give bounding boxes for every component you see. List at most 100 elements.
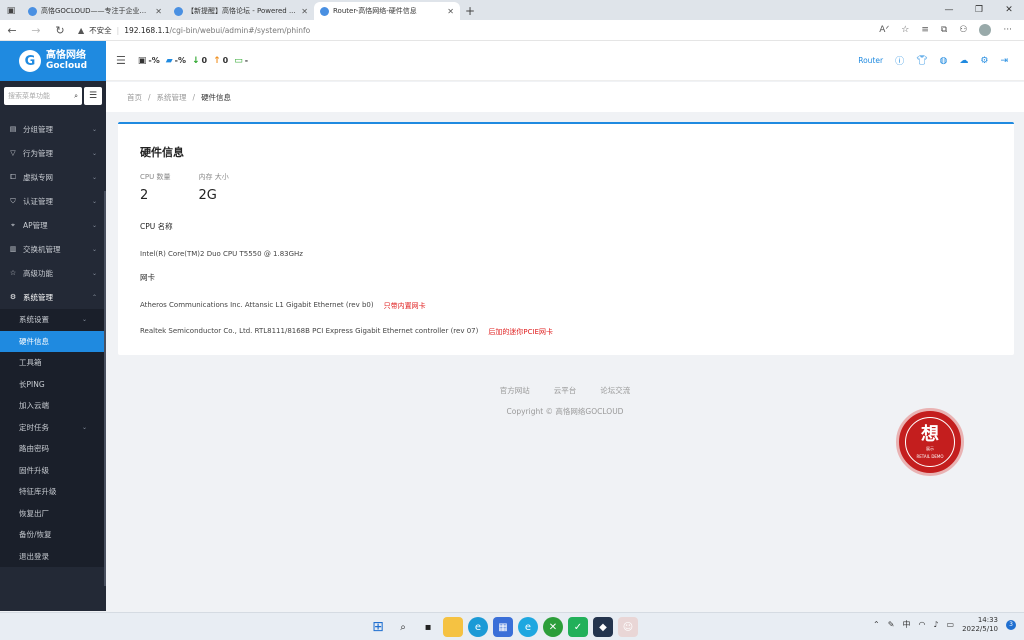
cloud-favicon-icon bbox=[174, 6, 183, 16]
submenu-item-signature[interactable]: 特征库升级 bbox=[0, 481, 106, 503]
footer-link-official[interactable]: 官方网站 bbox=[500, 385, 530, 396]
forward-arrow-icon[interactable]: → bbox=[24, 20, 48, 41]
submenu-item-cloud[interactable]: 加入云端 bbox=[0, 395, 106, 417]
logout-icon[interactable]: ⇥ bbox=[1000, 56, 1008, 66]
search-icon[interactable]: ⌕ bbox=[393, 617, 413, 637]
collections-icon[interactable]: ⧉ bbox=[941, 25, 947, 35]
new-tab-button[interactable]: + bbox=[460, 2, 480, 20]
browser-tab-1[interactable]: 高恪GOCLOUD——专注于企业... ✕ bbox=[22, 2, 168, 20]
clock-date: 2022/5/10 bbox=[962, 624, 998, 633]
submenu-item-hardware[interactable]: 硬件信息 bbox=[0, 330, 106, 352]
menu-item-ap[interactable]: ⌖ AP管理 ⌄ bbox=[0, 213, 106, 237]
search-placeholder: 搜索菜单功能 bbox=[8, 92, 50, 100]
game-icon[interactable]: ☺ bbox=[618, 617, 638, 637]
xbox-icon[interactable]: ✕ bbox=[543, 617, 563, 637]
more-menu-icon[interactable]: ··· bbox=[1003, 25, 1012, 35]
wifi-icon[interactable]: ◠ bbox=[918, 620, 925, 629]
submenu-item-longping[interactable]: 长PING bbox=[0, 373, 106, 395]
back-arrow-icon[interactable]: ← bbox=[0, 20, 24, 41]
maximize-icon[interactable]: ❐ bbox=[964, 0, 994, 20]
menu-label: AP管理 bbox=[23, 220, 48, 230]
profile-avatar[interactable] bbox=[979, 24, 992, 36]
breadcrumb-home[interactable]: 首页 bbox=[127, 92, 142, 103]
status-stats: ▣ -% ▰ -% ↓ 0 ↑ 0 ▭ - bbox=[138, 56, 248, 66]
collapse-menu-icon[interactable]: ☰ bbox=[116, 54, 126, 67]
browser-tab-3-active[interactable]: Router-高恪网络-硬件信息 ✕ bbox=[314, 2, 460, 20]
system-tray: ⌃ ✎ 中 ◠ ♪ ▭ 14:33 2022/5/10 3 bbox=[873, 616, 1016, 634]
tab-title: 【新提醒】高恪论坛 - Powered ... bbox=[187, 7, 296, 15]
url-field[interactable]: ▲ 不安全 | 192.168.1.1/cgi-bin/webui/admin#… bbox=[78, 25, 310, 36]
taskbar-apps: ⊞ ⌕ ▪ e ▦ e ✕ ✓ ◆ ☺ bbox=[368, 617, 638, 637]
submenu-label: 特征库升级 bbox=[19, 487, 57, 497]
volume-icon[interactable]: ♪ bbox=[933, 620, 938, 629]
submenu-item-schedule[interactable]: 定时任务 ⌄ bbox=[0, 416, 106, 438]
info-icon[interactable]: ⓘ bbox=[895, 54, 904, 67]
app-icon[interactable]: ◆ bbox=[593, 617, 613, 637]
chevron-up-icon[interactable]: ⌃ bbox=[873, 620, 880, 629]
submenu-item-factory-reset[interactable]: 恢复出厂 bbox=[0, 502, 106, 524]
system-submenu: 系统设置 ⌄ 硬件信息 工具箱 长PING 加入云端 定时任务 ⌄ 路由密码 固件升… bbox=[0, 309, 106, 567]
submenu-item-logout[interactable]: 退出登录 bbox=[0, 545, 106, 567]
breadcrumb-section[interactable]: 系统管理 bbox=[157, 92, 187, 103]
menu-item-system[interactable]: ⚙ 系统管理 ⌃ bbox=[0, 285, 106, 309]
hardware-summary: CPU 数量 2 内存 大小 2G bbox=[140, 172, 992, 203]
footer-link-cloud[interactable]: 云平台 bbox=[554, 385, 577, 396]
menu-item-vpn[interactable]: ⧠ 虚拟专网 ⌄ bbox=[0, 165, 106, 189]
shirt-icon[interactable]: 👕︎ bbox=[916, 56, 927, 66]
minimize-icon[interactable]: — bbox=[934, 0, 964, 20]
memory-icon: ▰ bbox=[165, 55, 173, 66]
close-icon[interactable]: ✕ bbox=[301, 7, 308, 16]
menu-label: 行为管理 bbox=[23, 148, 53, 158]
task-view-icon[interactable]: ▪ bbox=[418, 617, 438, 637]
hamburger-menu-icon[interactable]: ☰ bbox=[84, 87, 102, 105]
upload-stat: ↑ 0 bbox=[213, 56, 228, 66]
close-window-icon[interactable]: ✕ bbox=[994, 0, 1024, 20]
favorite-star-icon[interactable]: ☆ bbox=[901, 25, 909, 35]
store-icon[interactable]: ▦ bbox=[493, 617, 513, 637]
cpu-stat: ▣ -% bbox=[138, 56, 160, 66]
submenu-label: 长PING bbox=[19, 379, 45, 389]
menu-search-input[interactable]: 搜索菜单功能 ⌕ bbox=[4, 87, 82, 105]
menu-item-auth[interactable]: ⛉ 认证管理 ⌄ bbox=[0, 189, 106, 213]
submenu-item-settings[interactable]: 系统设置 ⌄ bbox=[0, 309, 106, 331]
footer-link-forum[interactable]: 论坛交流 bbox=[600, 385, 630, 396]
ime-indicator[interactable]: 中 bbox=[902, 619, 910, 630]
browser-tab-2[interactable]: 【新提醒】高恪论坛 - Powered ... ✕ bbox=[168, 2, 314, 20]
search-icon[interactable]: ⌕ bbox=[74, 92, 78, 101]
edge-icon[interactable]: e bbox=[468, 617, 488, 637]
submenu-item-firmware[interactable]: 固件升级 bbox=[0, 459, 106, 481]
chevron-down-icon: ⌄ bbox=[91, 197, 97, 205]
security-label: 不安全 bbox=[89, 25, 112, 35]
submenu-item-backup[interactable]: 备份/恢复 bbox=[0, 524, 106, 546]
close-icon[interactable]: ✕ bbox=[155, 7, 162, 16]
brand-logo[interactable]: G 高恪网络 Gocloud bbox=[0, 41, 106, 81]
device-name[interactable]: Router bbox=[858, 56, 883, 65]
ie-icon[interactable]: e bbox=[518, 617, 538, 637]
tab-actions-icon[interactable]: ▣ bbox=[0, 2, 22, 20]
extensions-icon[interactable]: ⚇ bbox=[959, 25, 967, 35]
start-icon[interactable]: ⊞ bbox=[368, 617, 388, 637]
globe-icon[interactable]: ◍ bbox=[940, 56, 948, 66]
cloud-upload-icon[interactable]: ☁ bbox=[959, 56, 968, 66]
menu-item-group[interactable]: ▤ 分组管理 ⌄ bbox=[0, 117, 106, 141]
battery-icon[interactable]: ▭ bbox=[947, 620, 955, 629]
menu-item-behavior[interactable]: ▽ 行为管理 ⌄ bbox=[0, 141, 106, 165]
menu-item-advanced[interactable]: ☆ 高级功能 ⌄ bbox=[0, 261, 106, 285]
url-host: 192.168.1.1 bbox=[124, 25, 170, 35]
refresh-icon[interactable]: ↻ bbox=[48, 20, 72, 41]
chat-icon[interactable]: ✓ bbox=[568, 617, 588, 637]
settings-gear-icon[interactable]: ⚙ bbox=[980, 56, 988, 66]
file-explorer-icon[interactable] bbox=[443, 617, 463, 637]
close-icon[interactable]: ✕ bbox=[447, 7, 454, 16]
menu-item-switch[interactable]: ▥ 交换机管理 ⌄ bbox=[0, 237, 106, 261]
pen-icon[interactable]: ✎ bbox=[888, 620, 895, 629]
submenu-item-toolbox[interactable]: 工具箱 bbox=[0, 352, 106, 374]
page-footer: 官方网站 云平台 论坛交流 Copyright © 高恪网络GOCLOUD bbox=[106, 385, 1024, 417]
cpu-name-label: CPU 名称 bbox=[140, 222, 173, 231]
favorites-list-icon[interactable]: ≡ bbox=[921, 25, 929, 35]
upload-value: 0 bbox=[222, 56, 229, 65]
read-aloud-icon[interactable]: Aᐟ bbox=[879, 25, 889, 35]
submenu-item-password[interactable]: 路由密码 bbox=[0, 438, 106, 460]
clock[interactable]: 14:33 2022/5/10 bbox=[962, 616, 998, 634]
notification-badge[interactable]: 3 bbox=[1006, 619, 1016, 630]
